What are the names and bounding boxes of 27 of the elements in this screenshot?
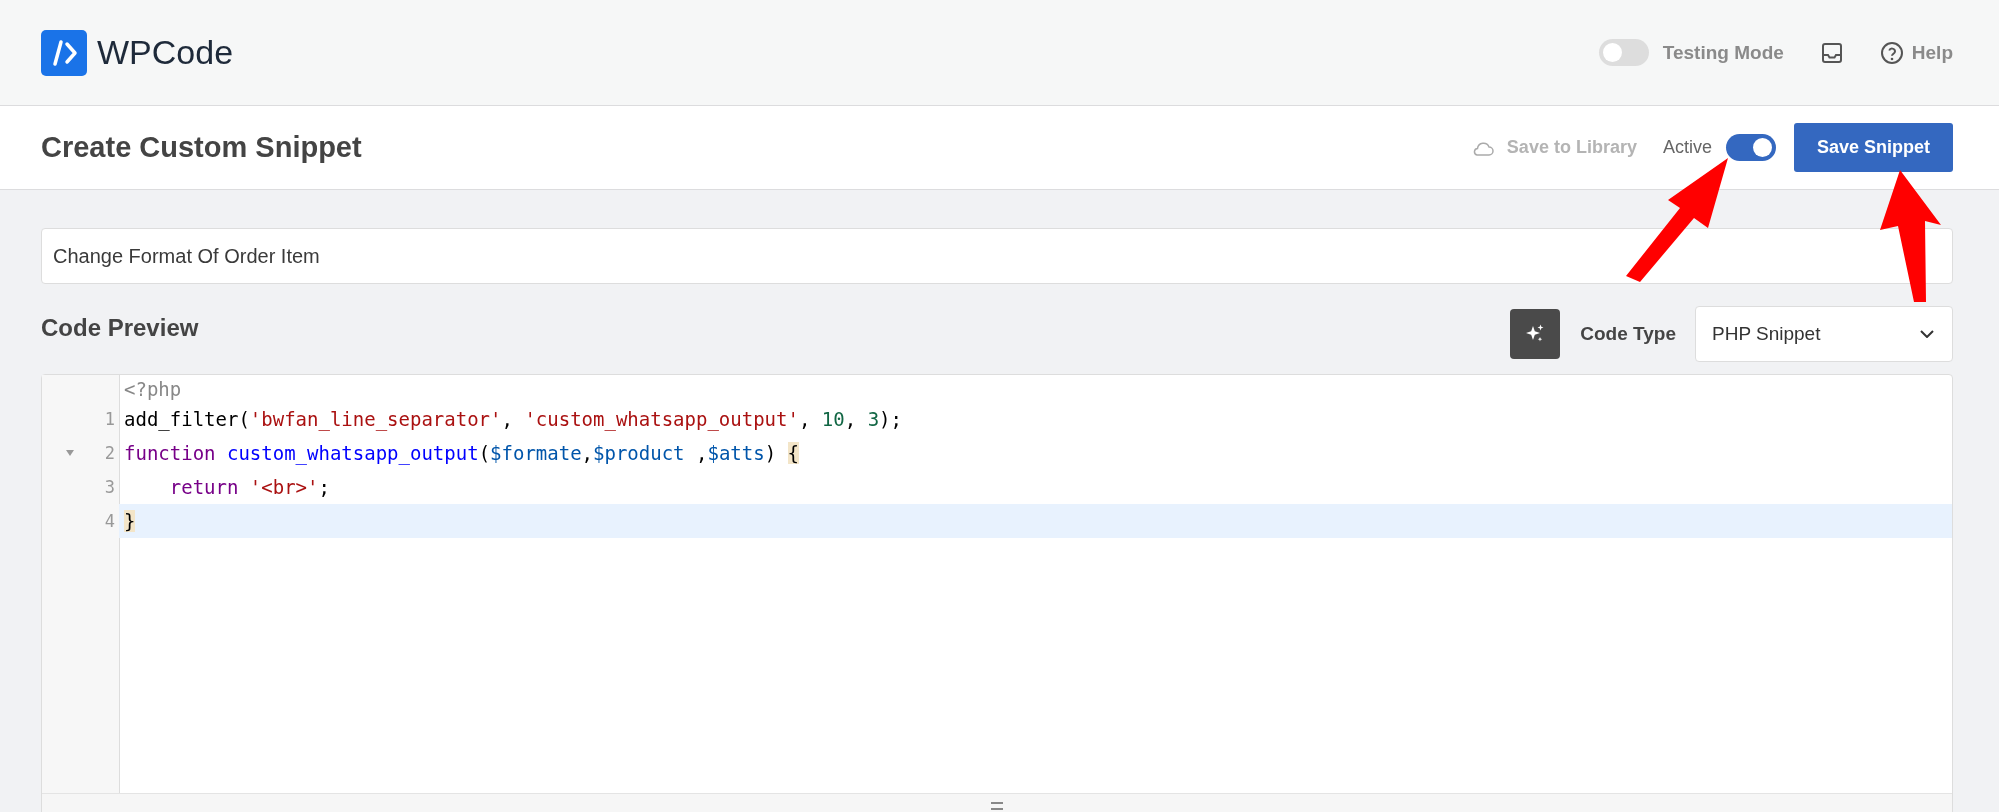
active-label: Active — [1662, 137, 1712, 158]
chevron-down-icon — [1920, 330, 1934, 338]
testing-mode-label: Testing Mode — [1662, 41, 1784, 64]
logo-icon — [41, 29, 87, 76]
sparkle-button[interactable] — [1510, 309, 1561, 359]
code-preview-heading: Code Preview — [41, 314, 199, 343]
testing-mode-toggle[interactable] — [1598, 39, 1649, 66]
line-number: 2 — [104, 443, 115, 463]
help-icon — [1879, 40, 1904, 65]
line-number: 3 — [104, 477, 115, 497]
code-line: <?php — [123, 377, 182, 400]
logo-text: WPCode — [97, 33, 234, 72]
inbox-icon[interactable] — [1819, 40, 1844, 65]
line-number: 1 — [104, 409, 115, 429]
code-line: function custom_whatsapp_output($formate,$product ,$atts) { — [123, 442, 799, 464]
line-number: 4 — [104, 511, 115, 531]
code-type-dropdown[interactable]: PHP Snippet — [1695, 306, 1953, 362]
code-line: return '<br>'; — [168, 476, 330, 498]
active-toggle[interactable] — [1725, 134, 1776, 161]
snippet-title-field[interactable]: Change Format Of Order Item — [41, 228, 1953, 284]
save-snippet-button[interactable]: Save Snippet — [1793, 123, 1953, 172]
code-editor[interactable]: <?php 1 add_filter('bwfan_line_separator', 'custom_whatsapp_output', 10, 3); 2 function custom_whatsapp_output($formate,$product ,$atts) { 3 return '<br>'; 4 } — [41, 374, 1953, 812]
resize-handle-icon[interactable] — [991, 802, 1003, 810]
code-line: add_filter('bwfan_line_separator', 'custom_whatsapp_output', 10, 3); — [123, 408, 902, 430]
code-type-label: Code Type — [1580, 323, 1676, 345]
page-title: Create Custom Snippet — [41, 131, 362, 164]
fold-marker-icon[interactable] — [66, 450, 74, 456]
